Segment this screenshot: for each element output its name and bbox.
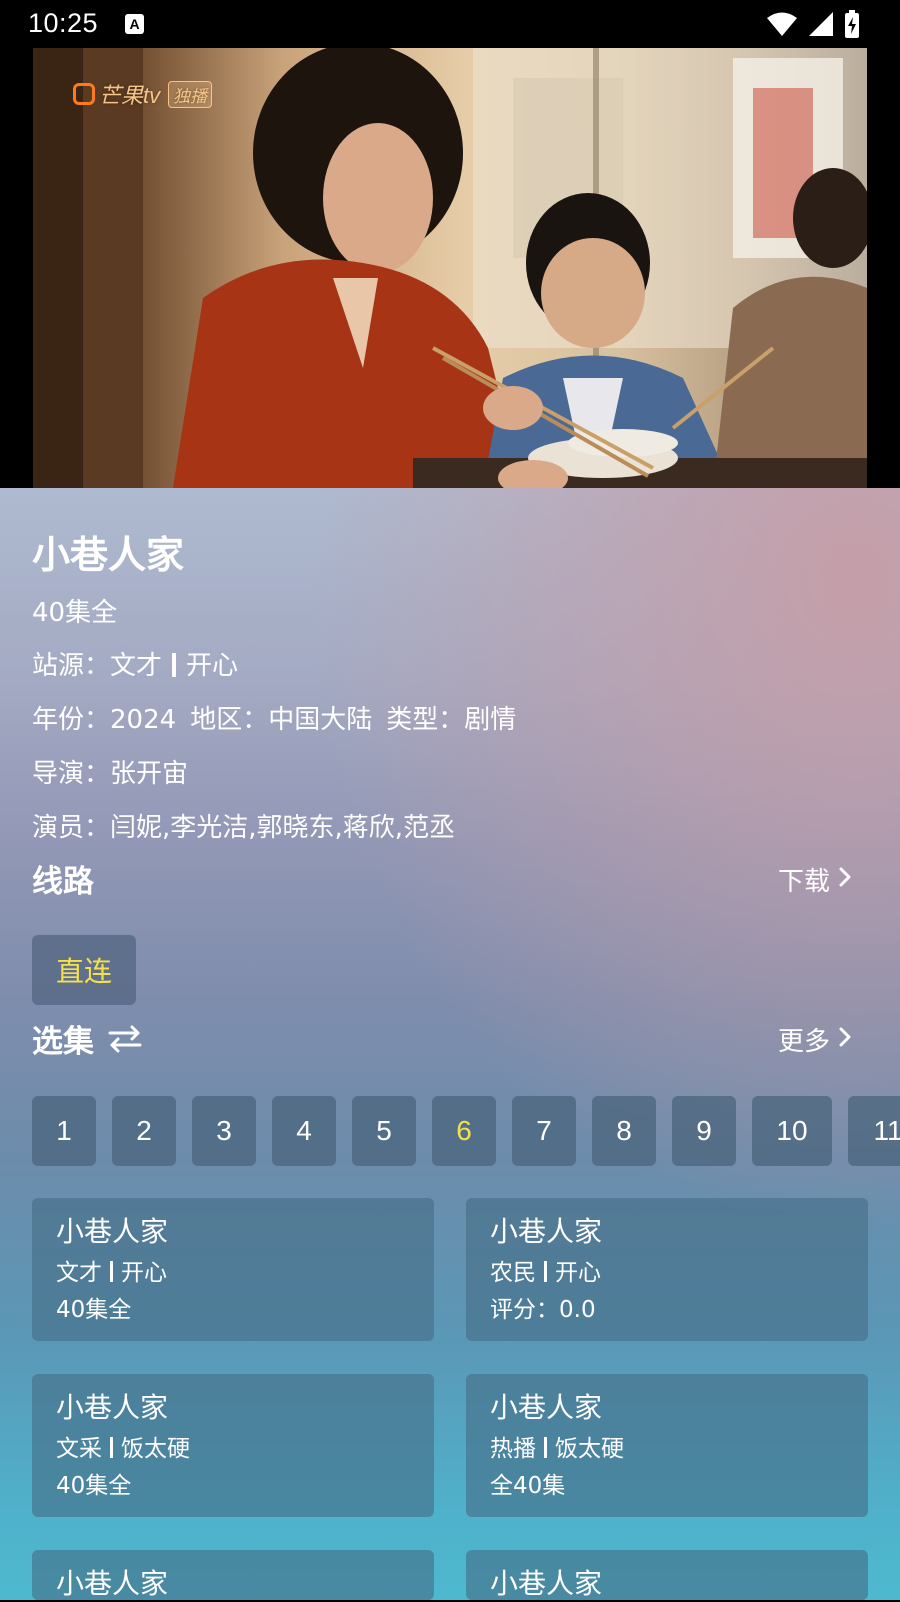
actor-line[interactable]: 演员：闫妮,李光洁,郭晓东,蒋欣,范丞 [32, 807, 455, 844]
card-title: 小巷人家 [490, 1567, 603, 1600]
card-category: 开心 [121, 1260, 167, 1286]
card-source-name: 热播 [490, 1436, 536, 1462]
status-bar: 10:25 A [0, 0, 900, 48]
result-card[interactable]: 小巷人家 [32, 1550, 434, 1600]
result-card[interactable]: 小巷人家 文采 饭太硬 40集全 [32, 1374, 434, 1517]
site-name: 文才 [110, 651, 163, 681]
card-source-name: 文才 [56, 1260, 102, 1286]
notification-a-icon: A [125, 14, 144, 34]
card-source: 文采 饭太硬 [56, 1430, 410, 1468]
video-frame[interactable]: 芒果tv 独播 [33, 48, 867, 488]
card-category: 饭太硬 [121, 1436, 190, 1462]
video-title: 小巷人家 [32, 533, 185, 577]
card-category: 开心 [555, 1260, 601, 1286]
separator-bar [544, 1437, 547, 1458]
card-remark: 评分：0.0 [490, 1297, 596, 1323]
card-title: 小巷人家 [56, 1215, 169, 1248]
card-source: 热播 饭太硬 [490, 1430, 844, 1468]
site-category: 开心 [186, 651, 239, 681]
episode-button[interactable]: 11 [848, 1096, 900, 1166]
episode-button-active[interactable]: 6 [432, 1096, 496, 1166]
chevron-right-icon [838, 1025, 852, 1055]
meta-line: 年份：2024 地区：中国大陆 类型：剧情 [32, 699, 516, 736]
card-title: 小巷人家 [56, 1567, 169, 1600]
site-line[interactable]: 站源：文才 开心 [32, 645, 238, 682]
status-icons [766, 10, 860, 38]
separator-bar [544, 1261, 547, 1282]
actor-value: 闫妮,李光洁,郭晓东,蒋欣,范丞 [110, 813, 456, 843]
card-source-name: 文采 [56, 1436, 102, 1462]
video-player[interactable]: 芒果tv 独播 [0, 48, 900, 488]
routes-title-text: 线路 [32, 864, 94, 900]
battery-charging-icon [844, 10, 860, 38]
episode-button[interactable]: 3 [192, 1096, 256, 1166]
card-title: 小巷人家 [490, 1391, 603, 1424]
site-label: 站源： [32, 651, 111, 681]
card-remark: 40集全 [56, 1297, 132, 1323]
card-source: 文才 开心 [56, 1254, 410, 1292]
episode-button[interactable]: 7 [512, 1096, 576, 1166]
card-remark: 全40集 [490, 1473, 566, 1499]
mangotv-logo-icon [73, 83, 95, 105]
wifi-icon [766, 11, 798, 37]
result-card[interactable]: 小巷人家 热播 饭太硬 全40集 [466, 1374, 868, 1517]
routes-title: 线路 [32, 856, 94, 901]
director-value: 张开宙 [110, 759, 189, 789]
director-label: 导演： [32, 759, 111, 789]
card-category: 饭太硬 [555, 1436, 624, 1462]
episode-button[interactable]: 9 [672, 1096, 736, 1166]
more-label: 更多 [777, 1027, 830, 1057]
result-card[interactable]: 小巷人家 文才 开心 40集全 [32, 1198, 434, 1341]
logo-badge: 独播 [168, 80, 213, 108]
card-source: 农民 开心 [490, 1254, 844, 1292]
type-label: 类型： [386, 705, 465, 735]
video-scene-image [33, 48, 867, 488]
signal-icon [808, 11, 834, 37]
result-card[interactable]: 小巷人家 [466, 1550, 868, 1600]
director-line[interactable]: 导演：张开宙 [32, 753, 188, 790]
episodes-title: 选集 [32, 1016, 142, 1061]
video-remark: 40集全 [32, 598, 118, 628]
download-button[interactable]: 下载 [778, 861, 852, 898]
swap-order-icon[interactable] [108, 1025, 142, 1053]
actor-label: 演员： [32, 813, 111, 843]
card-title: 小巷人家 [56, 1391, 169, 1424]
chevron-right-icon [838, 865, 852, 895]
detail-panel: 小巷人家 40集全 站源：文才 开心 年份：2024 地区：中国大陆 类型：剧情 导演… [0, 488, 900, 1600]
result-card[interactable]: 小巷人家 农民 开心 评分：0.0 [466, 1198, 868, 1341]
mangotv-logo: 芒果tv 独播 [73, 78, 213, 110]
episodes-title-text: 选集 [32, 1024, 94, 1060]
year-value: 2024 [110, 705, 177, 735]
episode-button[interactable]: 5 [352, 1096, 416, 1166]
episode-button[interactable]: 8 [592, 1096, 656, 1166]
card-remark: 40集全 [56, 1473, 132, 1499]
separator-bar [172, 653, 177, 677]
type-value: 剧情 [464, 705, 517, 735]
card-source-name: 农民 [490, 1260, 536, 1286]
area-label: 地区： [190, 705, 269, 735]
episode-button[interactable]: 2 [112, 1096, 176, 1166]
logo-text: 芒果tv [99, 83, 161, 108]
episode-list[interactable]: 1 2 3 4 5 6 7 8 9 10 11 [32, 1096, 900, 1166]
route-chip-direct[interactable]: 直连 [32, 935, 136, 1005]
card-title: 小巷人家 [490, 1215, 603, 1248]
separator-bar [110, 1261, 113, 1282]
download-label: 下载 [777, 867, 830, 897]
status-time: 10:25 [28, 8, 99, 38]
area-value: 中国大陆 [268, 705, 373, 735]
year-label: 年份： [32, 705, 111, 735]
episode-button[interactable]: 4 [272, 1096, 336, 1166]
separator-bar [110, 1437, 113, 1458]
episode-button[interactable]: 10 [752, 1096, 832, 1166]
more-episodes-button[interactable]: 更多 [778, 1021, 852, 1058]
episode-button[interactable]: 1 [32, 1096, 96, 1166]
